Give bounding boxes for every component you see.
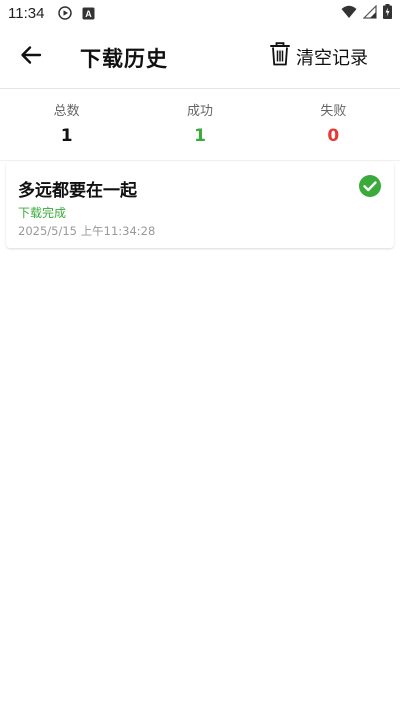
stat-total-label: 总数 (53, 104, 80, 119)
battery-charging-icon (383, 4, 392, 23)
wifi-icon (341, 5, 357, 23)
status-indicators (341, 4, 392, 23)
stats-divider (0, 160, 400, 161)
signal-icon (362, 4, 377, 23)
play-circle-icon (58, 6, 73, 20)
stat-failed-value: 0 (327, 126, 340, 146)
clear-history-label: 清空记录 (296, 47, 368, 69)
header-divider (0, 88, 400, 89)
stat-total: 总数 1 (0, 100, 133, 154)
item-status: 下载完成 (18, 206, 67, 220)
a-box-icon: A (82, 7, 95, 20)
svg-text:A: A (86, 9, 93, 19)
download-history-screen: 11:34 A 下载历史 清空记录 总数 1 成功 1 失败 0 多远都要在一起… (0, 0, 400, 710)
stat-failed: 失败 0 (267, 100, 400, 154)
status-time: 11:34 (8, 4, 45, 22)
back-button[interactable] (18, 44, 44, 70)
stat-total-value: 1 (60, 126, 73, 146)
status-bar: 11:34 A (0, 0, 400, 26)
clear-history-button[interactable]: 清空记录 (270, 42, 368, 71)
stat-success-label: 成功 (186, 104, 213, 119)
check-circle-icon (358, 174, 382, 198)
page-title: 下载历史 (80, 47, 168, 71)
arrow-left-icon (20, 44, 42, 70)
trash-icon (270, 42, 290, 71)
list-item[interactable]: 多远都要在一起 下载完成 2025/5/15 上午11:34:28 (6, 162, 394, 248)
item-title: 多远都要在一起 (18, 181, 137, 201)
item-timestamp: 2025/5/15 上午11:34:28 (18, 224, 156, 238)
stat-success-value: 1 (194, 126, 206, 146)
stat-failed-label: 失败 (320, 104, 347, 119)
app-bar: 下载历史 清空记录 (0, 30, 400, 86)
stat-success: 成功 1 (133, 100, 266, 154)
stats-summary: 总数 1 成功 1 失败 0 (0, 100, 400, 154)
